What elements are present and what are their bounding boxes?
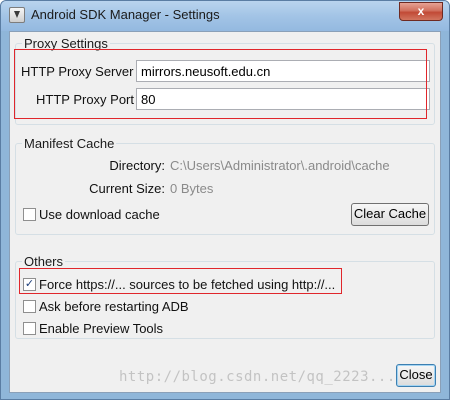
http-proxy-port-label: HTTP Proxy Port	[36, 92, 135, 107]
http-proxy-server-input[interactable]	[136, 60, 430, 82]
directory-label: Directory:	[109, 158, 165, 173]
force-http-label[interactable]: Force https://... sources to be fetched …	[39, 277, 335, 292]
http-proxy-server-label: HTTP Proxy Server	[21, 64, 134, 79]
others-legend: Others	[22, 254, 66, 269]
window-close-button[interactable]: x	[399, 2, 443, 21]
ask-restart-adb-checkbox[interactable]	[23, 300, 36, 313]
directory-value: C:\Users\Administrator\.android\cache	[170, 158, 390, 173]
enable-preview-tools-label[interactable]: Enable Preview Tools	[39, 321, 163, 336]
proxy-settings-group: Proxy Settings	[15, 36, 435, 125]
manifest-cache-legend: Manifest Cache	[22, 136, 117, 151]
dialog-body: Proxy Settings HTTP Proxy Server HTTP Pr…	[9, 31, 441, 393]
current-size-label: Current Size:	[89, 181, 165, 196]
enable-preview-tools-checkbox[interactable]	[23, 322, 36, 335]
close-button[interactable]: Close	[396, 364, 436, 387]
blog-watermark: http://blog.csdn.net/qq_2223...	[119, 369, 396, 385]
proxy-settings-legend: Proxy Settings	[22, 36, 110, 51]
http-proxy-port-input[interactable]	[136, 88, 430, 110]
use-download-cache-label[interactable]: Use download cache	[39, 207, 160, 222]
force-http-checkbox[interactable]: ✓	[23, 278, 36, 291]
window-title: Android SDK Manager - Settings	[31, 7, 220, 22]
ask-restart-adb-label[interactable]: Ask before restarting ADB	[39, 299, 189, 314]
current-size-value: 0 Bytes	[170, 181, 214, 196]
title-bar[interactable]: Android SDK Manager - Settings x	[1, 1, 449, 31]
clear-cache-button[interactable]: Clear Cache	[351, 203, 429, 226]
settings-window: Android SDK Manager - Settings x Proxy S…	[0, 0, 450, 400]
sdk-download-icon	[9, 7, 25, 23]
use-download-cache-checkbox[interactable]	[23, 208, 36, 221]
